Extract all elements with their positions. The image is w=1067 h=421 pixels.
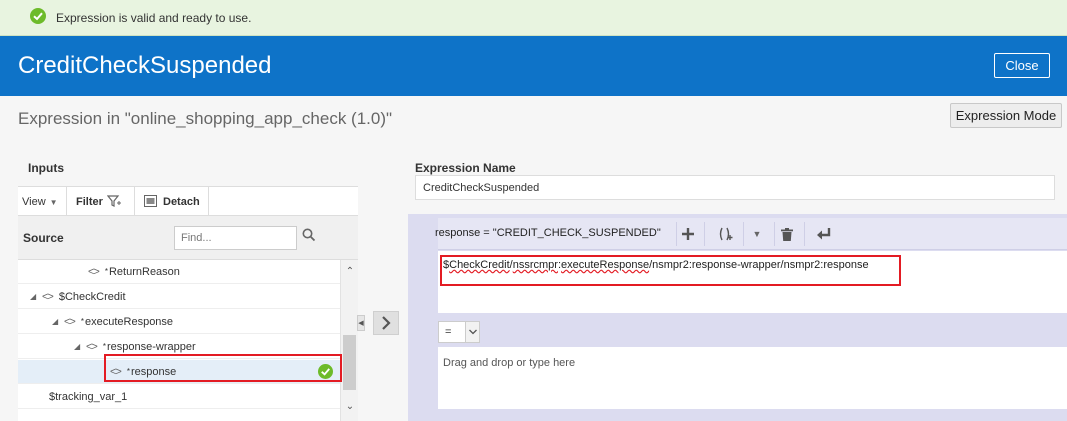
source-tree: <> * ReturnReason ◢ <> $CheckCredit ◢ <>… <box>18 260 358 421</box>
editor-toolbar: response = "CREDIT_CHECK_SUSPENDED" ▼ <box>435 218 1067 250</box>
caret-down-icon[interactable]: ▼ <box>747 224 767 244</box>
collapse-panel-handle[interactable]: ◀ <box>357 315 365 331</box>
expression-highlight <box>440 255 901 286</box>
enter-icon[interactable] <box>814 224 834 244</box>
view-menu[interactable]: View ▼ <box>22 187 58 217</box>
search-icon[interactable] <box>302 228 322 248</box>
detach-icon <box>144 194 157 210</box>
filter-label: Filter <box>76 196 103 208</box>
tree-item-execute-response[interactable]: ◢ <> * executeResponse <box>18 310 340 334</box>
dialog-title: CreditCheckSuspended <box>18 52 272 79</box>
scroll-thumb[interactable] <box>343 335 356 390</box>
expression-name-input[interactable] <box>415 175 1055 200</box>
assignment-summary: response = "CREDIT_CHECK_SUSPENDED" <box>435 227 661 239</box>
tree-item-tracking-var[interactable]: $tracking_var_1 <box>18 385 340 409</box>
tree-item-label: executeResponse <box>84 315 174 328</box>
expression-heading: Expression in "online_shopping_app_check… <box>18 109 393 128</box>
tree-item-check-credit[interactable]: ◢ <> $CheckCredit <box>18 285 340 309</box>
detach-button[interactable]: Detach <box>144 187 200 217</box>
expression-editor: response = "CREDIT_CHECK_SUSPENDED" ▼ $C… <box>408 214 1067 421</box>
drop-placeholder: Drag and drop or type here <box>443 357 576 369</box>
operator-value: = <box>445 326 452 338</box>
tree-item-label: response-wrapper <box>106 340 196 353</box>
operator-row: = <box>438 318 1067 346</box>
detach-label: Detach <box>163 196 200 208</box>
check-circle-icon <box>30 8 46 27</box>
element-icon: <> <box>86 340 98 353</box>
element-icon: <> <box>42 290 54 303</box>
dialog-header: CreditCheckSuspended Close <box>0 36 1067 96</box>
filter-button[interactable]: Filter <box>76 187 121 217</box>
required-marker: * <box>102 342 106 351</box>
required-marker: * <box>104 267 108 276</box>
scroll-up-icon[interactable]: ⌃ <box>341 266 359 277</box>
add-icon[interactable] <box>678 224 698 244</box>
expression-mode-button[interactable]: Expression Mode <box>950 103 1062 128</box>
element-icon: <> <box>64 315 76 328</box>
filter-icon <box>106 194 121 210</box>
find-input[interactable] <box>174 226 297 250</box>
view-label: View <box>22 196 46 208</box>
inputs-toolbar: View ▼ Filter Detach <box>18 186 358 217</box>
expand-arrow-icon[interactable]: ◢ <box>74 342 86 351</box>
caret-down-icon: ▼ <box>49 197 58 207</box>
tree-item-label: ReturnReason <box>108 265 180 278</box>
insert-into-expression-button[interactable] <box>373 311 399 335</box>
chevron-down-icon[interactable] <box>465 322 479 342</box>
source-header: Source <box>18 216 358 260</box>
success-banner: Expression is valid and ready to use. <box>0 0 1067 36</box>
selection-highlight <box>104 354 342 382</box>
add-function-icon[interactable] <box>716 224 736 244</box>
tree-scrollbar[interactable]: ⌃ ⌄ <box>340 260 358 421</box>
trash-icon[interactable] <box>777 224 797 244</box>
source-label: Source <box>23 231 64 245</box>
inputs-title: Inputs <box>28 161 64 175</box>
tree-item-return-reason[interactable]: <> * ReturnReason <box>18 260 340 284</box>
tree-item-label: $CheckCredit <box>58 290 126 303</box>
dialog-body: Expression in "online_shopping_app_check… <box>0 96 1067 421</box>
expand-arrow-icon[interactable]: ◢ <box>52 317 64 326</box>
banner-message: Expression is valid and ready to use. <box>56 10 252 25</box>
tree-item-label: $tracking_var_1 <box>49 390 128 403</box>
expression-name-label: Expression Name <box>415 161 516 175</box>
element-icon: <> <box>88 265 100 278</box>
operator-select[interactable]: = <box>438 321 480 343</box>
expand-arrow-icon[interactable]: ◢ <box>30 292 42 301</box>
scroll-down-icon[interactable]: ⌄ <box>341 401 359 412</box>
close-button[interactable]: Close <box>994 53 1050 78</box>
chevron-right-icon <box>382 316 391 330</box>
required-marker: * <box>80 317 84 326</box>
value-drop-area[interactable]: Drag and drop or type here <box>438 347 1067 409</box>
